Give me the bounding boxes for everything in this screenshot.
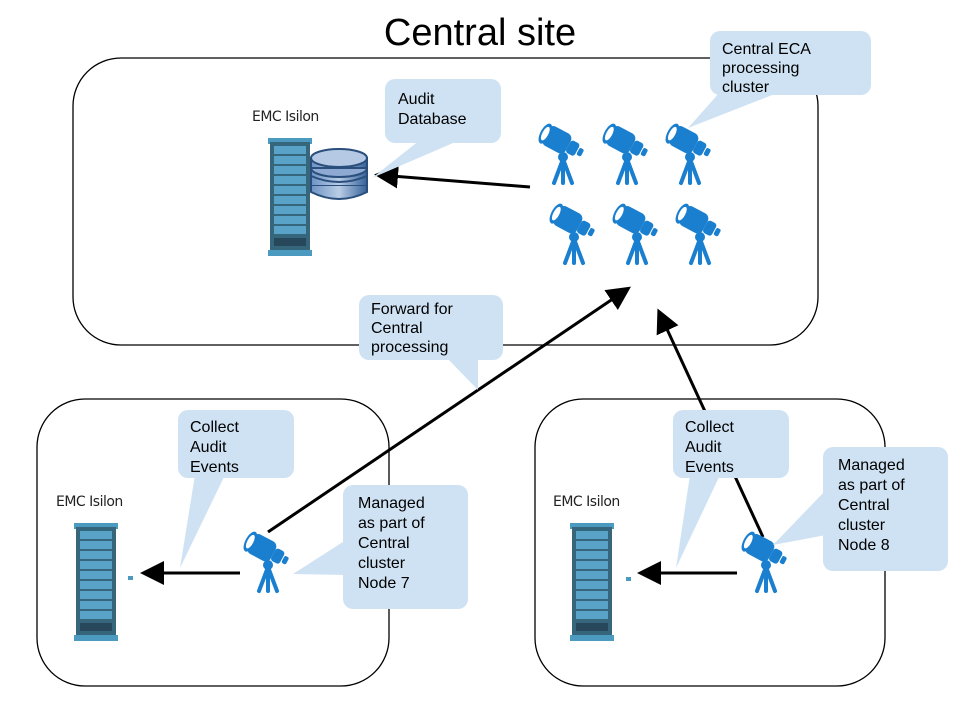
left-isilon-label: EMC Isilon [56,494,123,510]
telescope-icon [544,199,601,265]
architecture-diagram: EMC Isilon EMC Isilon EMC Isilon Audit D… [36,31,948,687]
telescope-icon [533,119,590,185]
telescope-icon [670,199,727,265]
central-server-rack-icon [268,138,312,256]
central-isilon-label: EMC Isilon [252,109,319,125]
left-server-rack-icon [74,523,118,641]
database-icon [310,148,368,200]
telescope-icon [660,119,717,185]
telescope-icon [597,119,654,185]
node7-telescope-icon [238,527,295,593]
left-isilon-port [128,576,133,580]
right-isilon-port [626,577,631,581]
central-processing-cluster [533,119,727,265]
right-server-rack-icon [570,523,614,641]
telescope-icon [607,199,664,265]
cluster-to-database-arrow [374,164,531,189]
right-isilon-label: EMC Isilon [553,494,620,510]
